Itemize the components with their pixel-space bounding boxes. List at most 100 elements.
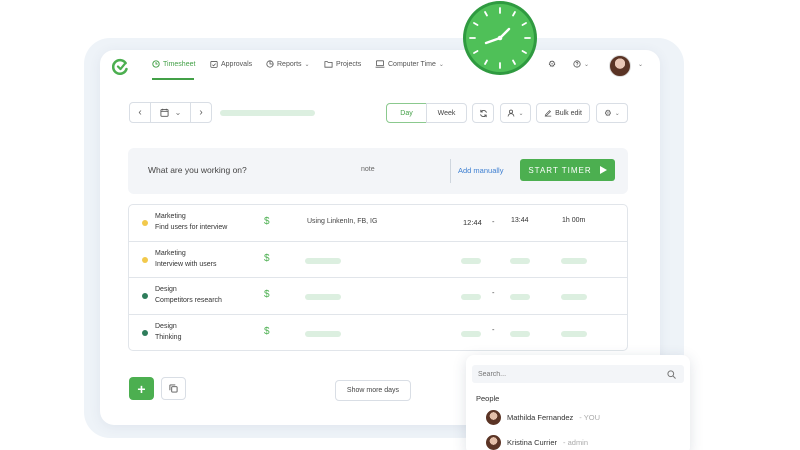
timer-bar: What are you working on? note Add manual…	[128, 148, 628, 194]
date-range-placeholder	[220, 110, 315, 116]
search-icon[interactable]	[667, 370, 676, 379]
billable-icon[interactable]: $	[264, 253, 270, 264]
time-separator: -	[492, 288, 495, 297]
clock-icon	[152, 60, 160, 68]
time-entries-table: Marketing Find users for interview $ Usi…	[128, 204, 628, 351]
end-time-placeholder	[510, 330, 530, 337]
billable-icon[interactable]: $	[264, 289, 270, 300]
entry-end-time[interactable]: 13:44	[511, 217, 529, 224]
chevron-down-icon: ⌄	[518, 110, 524, 117]
person-name: Mathilda Fernandez	[507, 413, 574, 422]
bulk-edit-button[interactable]: Bulk edit	[536, 103, 590, 123]
copy-button[interactable]	[161, 377, 186, 400]
task-description-input[interactable]: What are you working on?	[148, 165, 247, 175]
bulk-edit-label: Bulk edit	[555, 109, 582, 117]
nav-approvals[interactable]: Approvals	[210, 60, 252, 68]
nav-reports[interactable]: Reports ⌄	[266, 60, 310, 68]
day-view-button[interactable]: Day	[386, 103, 427, 123]
entry-project: Marketing	[155, 249, 186, 257]
help-icon	[573, 60, 581, 68]
show-more-days-button[interactable]: Show more days	[335, 380, 411, 401]
start-time-placeholder	[461, 294, 481, 300]
add-manually-link[interactable]: Add manually	[458, 166, 503, 175]
entry-start-time[interactable]: 12:44	[463, 218, 482, 227]
start-timer-label: START TIMER	[528, 165, 592, 175]
search-input[interactable]	[472, 365, 662, 383]
week-view-button[interactable]: Week	[426, 103, 467, 123]
date-picker-button[interactable]: ⌄	[150, 102, 191, 123]
chevron-left-icon: ‹	[138, 106, 142, 118]
calendar-icon	[160, 108, 169, 117]
chevron-down-icon: ⌄	[304, 61, 310, 68]
refresh-icon	[479, 109, 487, 117]
time-separator: -	[492, 217, 495, 226]
day-view-label: Day	[400, 109, 413, 117]
table-row[interactable]: Design Thinking $ -	[129, 315, 627, 352]
nav-projects-label: Projects	[336, 60, 362, 68]
billable-icon[interactable]: $	[264, 216, 270, 227]
chevron-down-icon: ⌄	[174, 108, 182, 117]
person-option[interactable]: Kristina Currier - admin	[486, 435, 588, 450]
settings-button[interactable]: ⚙	[548, 60, 556, 69]
description-placeholder	[305, 330, 341, 337]
app-logo[interactable]	[112, 58, 129, 75]
add-entry-button[interactable]: +	[129, 377, 154, 400]
billable-icon[interactable]: $	[264, 326, 270, 337]
start-time-placeholder	[461, 330, 481, 337]
next-date-button[interactable]: ›	[190, 102, 212, 123]
nav-approvals-label: Approvals	[221, 60, 253, 68]
entry-duration[interactable]: 1h 00m	[562, 217, 585, 224]
duration-placeholder	[561, 257, 587, 264]
help-button[interactable]: ⌄	[573, 60, 589, 68]
person-name: Kristina Currier	[507, 438, 558, 447]
entry-project: Marketing	[155, 213, 186, 220]
avatar	[486, 410, 501, 425]
description-placeholder	[305, 257, 341, 264]
nav-timesheet-label: Timesheet	[163, 60, 196, 68]
account-menu-toggle[interactable]: ⌄	[638, 61, 643, 68]
entry-task: Competitors research	[155, 297, 222, 304]
nav-computer-time[interactable]: Computer Time ⌄	[375, 60, 444, 68]
divider	[450, 159, 451, 183]
nav-projects[interactable]: Projects	[324, 60, 361, 68]
refresh-button[interactable]	[472, 103, 494, 123]
project-color-dot	[142, 329, 148, 336]
start-timer-button[interactable]: START TIMER	[520, 159, 615, 181]
time-separator: -	[492, 324, 495, 334]
entry-task: Interview with users	[155, 260, 217, 268]
person-option[interactable]: Mathilda Fernandez - YOU	[486, 410, 600, 425]
start-time-placeholder	[461, 257, 481, 264]
table-row[interactable]: Marketing Find users for interview $ Usi…	[129, 205, 627, 242]
chart-icon	[266, 60, 274, 68]
project-color-dot	[142, 220, 148, 226]
note-field[interactable]: note	[361, 166, 375, 173]
nav-computer-time-label: Computer Time	[388, 60, 436, 68]
user-icon	[508, 109, 515, 117]
table-row[interactable]: Marketing Interview with users $	[129, 242, 627, 278]
monitor-icon	[375, 60, 385, 68]
prev-date-button[interactable]: ‹	[129, 102, 151, 123]
person-role: - YOU	[579, 413, 600, 422]
play-icon	[599, 166, 607, 174]
top-nav: Timesheet Approvals Reports ⌄ Projects C…	[100, 50, 660, 84]
user-avatar[interactable]	[609, 55, 631, 77]
nav-timesheet[interactable]: Timesheet	[152, 60, 195, 68]
chevron-down-icon: ⌄	[638, 62, 644, 68]
folder-icon	[324, 61, 333, 68]
calendar-check-icon	[210, 61, 218, 68]
end-time-placeholder	[510, 294, 530, 300]
search-box	[472, 365, 684, 383]
show-more-days-label: Show more days	[346, 387, 400, 394]
entry-task: Thinking	[155, 333, 182, 341]
project-color-dot	[142, 293, 148, 299]
view-settings-button[interactable]: ⚙ ⌄	[596, 103, 628, 123]
table-row[interactable]: Design Competitors research $ -	[129, 278, 627, 315]
people-section-label: People	[476, 394, 500, 403]
user-filter-button[interactable]: ⌄	[500, 103, 531, 123]
gear-icon: ⚙	[604, 107, 612, 118]
entry-description[interactable]: Using LinkenIn, FB, IG	[307, 218, 377, 225]
chevron-down-icon: ⌄	[438, 61, 444, 68]
week-view-label: Week	[437, 109, 456, 117]
duration-placeholder	[561, 294, 587, 300]
end-time-placeholder	[510, 257, 530, 264]
